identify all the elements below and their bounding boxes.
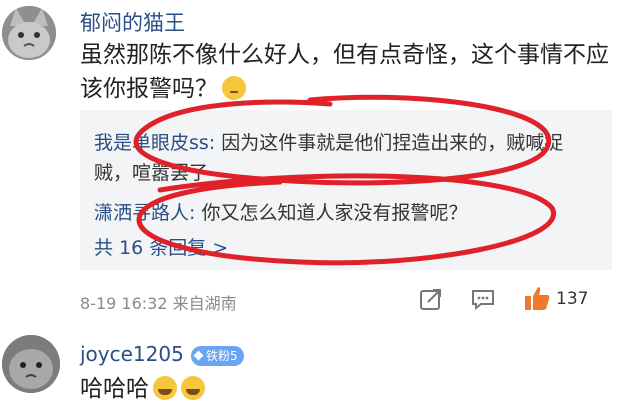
reply-username[interactable]: 潇洒寻路人 xyxy=(94,202,189,224)
cat-icon xyxy=(2,335,60,393)
timestamp: 8-19 16:32 xyxy=(80,294,168,313)
reply-text: 你又怎么知道人家没有报警呢？ xyxy=(201,202,468,224)
reply-item[interactable]: 潇洒寻路人: 你又怎么知道人家没有报警呢？ xyxy=(94,198,594,228)
laughing-face-icon xyxy=(181,376,205,400)
reply-username[interactable]: 我是单眼皮ss xyxy=(94,132,209,154)
user-avatar[interactable] xyxy=(2,335,60,393)
like-count: 137 xyxy=(556,289,589,309)
comment-username[interactable]: 郁闷的猫王 xyxy=(80,7,185,37)
comment-text: 哈哈哈 xyxy=(80,372,205,406)
comment-meta: 8-19 16:32 来自湖南 xyxy=(80,290,237,314)
more-replies-link[interactable]: 共 16 条回复 > xyxy=(94,233,228,260)
laughing-face-icon xyxy=(153,376,177,400)
comment-icon[interactable] xyxy=(470,286,496,312)
like-icon[interactable] xyxy=(522,283,552,313)
diamond-icon xyxy=(193,350,204,361)
source-location: 来自湖南 xyxy=(172,294,237,313)
reply-item[interactable]: 我是单眼皮ss: 因为这件事就是他们捏造出来的，贼喊捉贼，喧嚣罢了 xyxy=(94,128,594,188)
reply-box[interactable]: 我是单眼皮ss: 因为这件事就是他们捏造出来的，贼喊捉贼，喧嚣罢了 潇洒寻路人:… xyxy=(80,110,612,270)
fan-badge: 铁粉5 xyxy=(191,346,244,366)
cat-icon xyxy=(2,6,56,60)
cat-avatar[interactable] xyxy=(2,6,56,60)
comment-username[interactable]: joyce1205 xyxy=(80,342,184,366)
comment-text: 虽然那陈不像什么好人，但有点奇怪，这个事情不应该你报警吗？ xyxy=(80,42,609,102)
thinking-face-icon xyxy=(222,76,246,100)
share-icon[interactable] xyxy=(418,286,444,312)
